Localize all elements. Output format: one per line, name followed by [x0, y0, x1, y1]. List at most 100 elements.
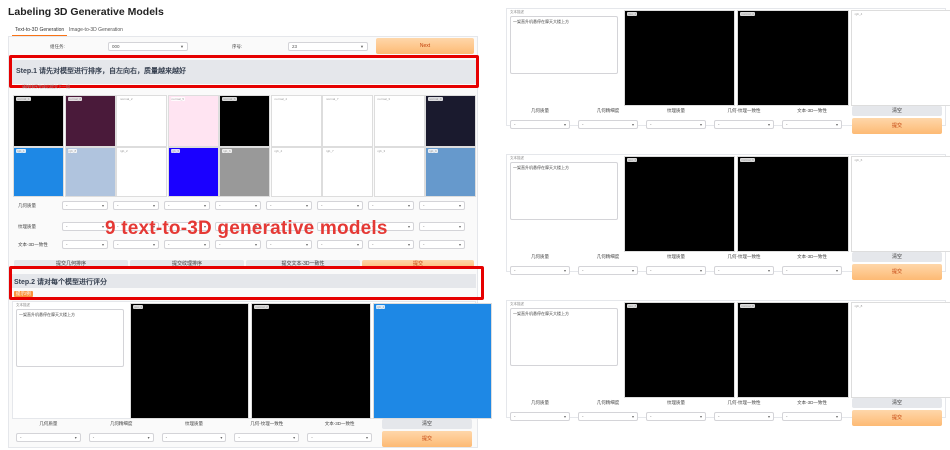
submit-button[interactable]: 提交: [852, 264, 942, 280]
rank-select[interactable]: - ▾: [164, 201, 210, 210]
rank-select[interactable]: - ▾: [164, 240, 210, 249]
thumb-normal_4[interactable]: normal_4: [270, 95, 322, 147]
chevron-down-icon: ▾: [563, 414, 566, 419]
chevron-down-icon: ▾: [699, 414, 702, 419]
score-select[interactable]: - ▾: [714, 120, 774, 129]
submit-button[interactable]: 提交: [852, 118, 942, 134]
text-description-label: 文本描述: [16, 303, 30, 307]
rank-select[interactable]: - ▾: [419, 240, 465, 249]
chevron-down-icon: ▾: [407, 224, 410, 229]
score-select[interactable]: - ▾: [782, 266, 842, 275]
rank-select[interactable]: - ▾: [419, 201, 465, 210]
thumb-rgb_3[interactable]: rgb_3: [373, 147, 425, 197]
score-select[interactable]: - ▾: [510, 266, 570, 275]
rank-select[interactable]: - ▾: [419, 222, 465, 231]
rank-select[interactable]: - ▾: [317, 240, 363, 249]
clear-button[interactable]: 清空: [852, 398, 942, 408]
thumb-rgb_2[interactable]: rgb_2: [116, 147, 167, 197]
score-select[interactable]: - ▾: [578, 266, 638, 275]
render-rgb_6[interactable]: rgb_6: [850, 156, 950, 252]
prompt-textarea[interactable]: 一架直升机悬停在摩天大楼上方: [510, 162, 618, 220]
render-rgb_2[interactable]: rgb_2: [372, 303, 492, 419]
prompt-textarea[interactable]: 一架直升机悬停在摩天大楼上方: [16, 309, 124, 367]
thumb-normal_5[interactable]: normal_5: [167, 95, 219, 147]
thumb-normal_9[interactable]: normal_9: [425, 95, 476, 147]
thumb-normal_7[interactable]: normal_7: [322, 95, 373, 147]
rank-select[interactable]: - ▾: [368, 240, 414, 249]
rank-select[interactable]: - ▾: [62, 222, 108, 231]
render-geo_8[interactable]: geo_8: [624, 302, 736, 398]
score-select[interactable]: - ▾: [307, 433, 372, 442]
page-title: Labeling 3D Generative Models: [8, 6, 164, 18]
score-select[interactable]: - ▾: [646, 412, 706, 421]
score-select[interactable]: - ▾: [16, 433, 81, 442]
rank-select[interactable]: - ▾: [368, 201, 414, 210]
thumb-rgb_8[interactable]: rgb_8: [64, 147, 116, 197]
render-normal_6[interactable]: normal_6: [737, 156, 849, 252]
thumb-rgb_7[interactable]: rgb_7: [322, 147, 373, 197]
dropdown-value: -: [168, 242, 170, 247]
render-rgb_8[interactable]: rgb_8: [850, 302, 950, 398]
render-geo_6[interactable]: geo_6: [624, 156, 736, 252]
score-select[interactable]: - ▾: [782, 120, 842, 129]
score-select[interactable]: - ▾: [510, 120, 570, 129]
clear-button[interactable]: 清空: [852, 106, 942, 116]
order-select[interactable]: 23 ▼: [288, 42, 368, 51]
render-normal_2[interactable]: normal_2: [251, 303, 371, 419]
thumb-rgb_1[interactable]: rgb_1: [13, 147, 64, 197]
score-select[interactable]: - ▾: [510, 412, 570, 421]
next-button[interactable]: Next: [376, 38, 474, 54]
chevron-down-icon: ▾: [835, 414, 838, 419]
rank-select[interactable]: - ▾: [113, 201, 159, 210]
rank-select[interactable]: - ▾: [215, 240, 261, 249]
score-select[interactable]: - ▾: [646, 266, 706, 275]
thumb-normal_6[interactable]: normal_6: [219, 95, 270, 147]
prompt-textarea[interactable]: 一架直升机悬停在摩天大楼上方: [510, 16, 618, 74]
render-normal_4[interactable]: normal_4: [737, 10, 849, 106]
score-select[interactable]: - ▾: [234, 433, 300, 442]
score-select[interactable]: - ▾: [88, 433, 154, 442]
thumb-rgb_6[interactable]: rgb_6: [219, 147, 270, 197]
thumb-label: rgb_6: [222, 149, 232, 153]
thumb-rgb_4[interactable]: rgb_4: [270, 147, 322, 197]
thumb-normal_2[interactable]: normal_2: [116, 95, 167, 147]
rank-select[interactable]: - ▾: [317, 201, 363, 210]
thumb-normal_8[interactable]: normal_8: [64, 95, 116, 147]
tab-text-to-3d[interactable]: Text-to-3D Generation: [12, 25, 68, 36]
rank-select[interactable]: - ▾: [266, 201, 312, 210]
rank-select[interactable]: - ▾: [215, 201, 261, 210]
tab-image-to-3d[interactable]: Image-to-3D Generation: [66, 25, 126, 35]
group-select[interactable]: 000 ▼: [108, 42, 188, 51]
rank-select[interactable]: - ▾: [266, 240, 312, 249]
prompt-textarea[interactable]: 一架直升机悬停在摩天大楼上方: [510, 308, 618, 366]
clear-button[interactable]: 清空: [382, 419, 472, 429]
score-select[interactable]: - ▾: [782, 412, 842, 421]
score-select[interactable]: - ▾: [578, 412, 638, 421]
submit-button[interactable]: 提交: [852, 410, 942, 426]
score-select[interactable]: - ▾: [714, 266, 774, 275]
chevron-down-icon: ▾: [631, 414, 634, 419]
score-select[interactable]: - ▾: [714, 412, 774, 421]
rank-select[interactable]: - ▾: [113, 240, 159, 249]
submit-button[interactable]: 提交: [382, 431, 472, 447]
rank-select[interactable]: - ▾: [62, 201, 108, 210]
thumb-label: rgb_3: [376, 149, 387, 153]
rank-select[interactable]: - ▾: [62, 240, 108, 249]
score-select[interactable]: - ▾: [578, 120, 638, 129]
thumb-rgb_9[interactable]: rgb_9: [425, 147, 476, 197]
score-select[interactable]: - ▾: [646, 120, 706, 129]
clear-button[interactable]: 清空: [852, 252, 942, 262]
thumb-normal_1[interactable]: normal_1: [13, 95, 64, 147]
score-select[interactable]: - ▾: [161, 433, 227, 442]
thumb-rgb_5[interactable]: rgb_5: [167, 147, 219, 197]
chevron-down-icon: ▾: [220, 435, 223, 440]
chevron-down-icon: ▾: [203, 203, 206, 208]
chevron-down-icon: ▾: [835, 268, 838, 273]
render-normal_8[interactable]: normal_8: [737, 302, 849, 398]
render-rgb_4[interactable]: rgb_4: [850, 10, 950, 106]
render-geo_2[interactable]: geo_2: [130, 303, 250, 419]
dropdown-value: -: [786, 414, 788, 419]
render-geo_4[interactable]: geo_4: [624, 10, 736, 106]
thumb-normal_3[interactable]: normal_3: [373, 95, 425, 147]
text-description-label: 文本描述: [510, 156, 524, 160]
